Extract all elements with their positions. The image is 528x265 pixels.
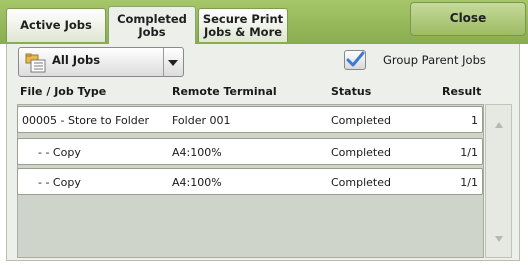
job-row-status: Completed — [331, 146, 391, 159]
job-row-status: Completed — [331, 176, 391, 189]
header-result: Result — [442, 85, 482, 98]
job-row-terminal: A4:100% — [172, 176, 222, 189]
tab-secure-print-line1: Secure Print — [202, 11, 284, 26]
dropdown-divider — [163, 48, 164, 76]
tab-completed-jobs[interactable]: Completed Jobs — [108, 6, 196, 44]
job-filter-dropdown[interactable]: All Jobs — [18, 47, 184, 77]
header-status: Status — [331, 85, 372, 98]
tab-completed-jobs-line1: Completed — [117, 11, 187, 26]
job-row-result: 1/1 — [460, 176, 478, 189]
job-row-type: 00005 - Store to Folder — [22, 114, 150, 127]
job-row-terminal: Folder 001 — [172, 114, 231, 127]
job-filter-value: All Jobs — [52, 53, 101, 67]
tab-secure-print-line2: Jobs & More — [203, 24, 283, 39]
job-row-type: - - Copy — [38, 146, 81, 159]
tab-secure-print-label: Secure Print Jobs & More — [202, 11, 284, 39]
close-button-label: Close — [449, 11, 487, 25]
job-row-result: 1/1 — [460, 146, 478, 159]
tab-active-jobs-label: Active Jobs — [20, 18, 92, 32]
checkmark-icon — [346, 51, 365, 67]
group-parent-jobs-label[interactable]: Group Parent Jobs — [383, 53, 486, 67]
close-button[interactable]: Close — [410, 2, 526, 36]
header-file-job-type: File / Job Type — [20, 85, 107, 98]
job-row[interactable]: - - Copy A4:100% Completed 1/1 — [17, 168, 483, 195]
tab-active-jobs[interactable]: Active Jobs — [6, 8, 106, 42]
job-row-result: 1 — [471, 114, 478, 127]
job-row[interactable]: - - Copy A4:100% Completed 1/1 — [17, 138, 483, 165]
scroll-up-button[interactable] — [486, 108, 511, 142]
group-parent-jobs-checkbox[interactable] — [344, 50, 366, 70]
arrow-up-icon — [494, 122, 503, 128]
job-row-type: - - Copy — [38, 176, 81, 189]
job-row[interactable]: 00005 - Store to Folder Folder 001 Compl… — [17, 106, 483, 133]
header-remote-terminal: Remote Terminal — [172, 85, 277, 98]
tab-completed-jobs-line2: Jobs — [138, 24, 166, 39]
tab-completed-jobs-label: Completed Jobs — [117, 11, 187, 39]
arrow-down-icon — [494, 236, 503, 242]
scroll-down-button[interactable] — [486, 222, 511, 256]
folder-list-icon — [25, 53, 47, 73]
job-row-status: Completed — [331, 114, 391, 127]
chevron-down-icon — [168, 60, 178, 66]
tab-secure-print[interactable]: Secure Print Jobs & More — [198, 8, 288, 42]
job-row-terminal: A4:100% — [172, 146, 222, 159]
